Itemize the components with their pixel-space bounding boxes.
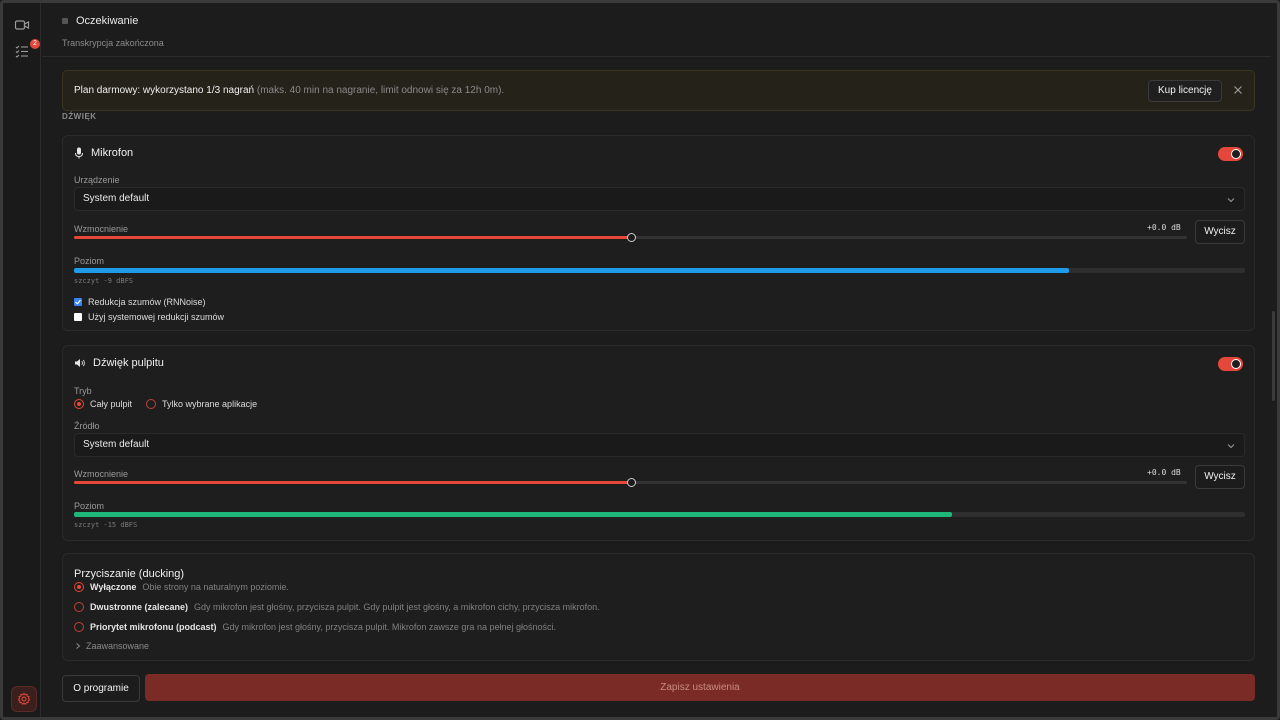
ducking-option-title: Dwustronne (zalecane) — [90, 602, 189, 612]
microphone-toggle[interactable] — [1218, 147, 1243, 161]
mode-options: Cały pulpit Tylko wybrane aplikacje — [74, 399, 257, 409]
mute-button[interactable]: Wycisz — [1195, 465, 1245, 489]
system-noise-option[interactable]: Użyj systemowej redukcji szumów — [74, 312, 224, 322]
ducking-mic-priority-radio[interactable] — [74, 622, 84, 632]
settings-panel: Oczekiwanie Transkrypcja zakończona Plan… — [42, 3, 1271, 717]
radio-selected-dot — [77, 585, 81, 589]
banner-text: Plan darmowy: wykorzystano 1/3 nagrań (m… — [74, 85, 504, 96]
divider — [42, 56, 1271, 57]
ducking-card: Przyciszanie (ducking) Wyłączone Obie st… — [62, 553, 1255, 661]
gain-slider-fill — [74, 236, 631, 239]
noise-reduction-option[interactable]: Redukcja szumów (RNNoise) — [74, 297, 206, 307]
microphone-title: Mikrofon — [91, 147, 134, 159]
buy-license-button[interactable]: Kup licencję — [1148, 80, 1222, 102]
ducking-option-off[interactable]: Wyłączone Obie strony na naturalnym pozi… — [74, 582, 289, 592]
level-meter — [74, 512, 1245, 517]
chevron-down-icon — [1227, 444, 1235, 449]
gain-value: +0.0 dB — [1147, 468, 1181, 477]
level-label: Poziom — [74, 256, 105, 266]
peak-readout: szczyt -9 dBFS — [74, 277, 134, 285]
speaker-icon — [75, 359, 85, 367]
gain-slider[interactable] — [74, 233, 1187, 242]
banner-plan-usage: Plan darmowy: wykorzystano 1/3 nagrań — [74, 85, 255, 96]
gain-slider[interactable] — [74, 478, 1187, 487]
source-select[interactable]: System default — [74, 433, 1245, 457]
level-meter-fill — [74, 512, 953, 517]
toggle-knob — [1231, 359, 1241, 369]
mode-whole-desktop-label[interactable]: Cały pulpit — [90, 399, 132, 409]
ducking-option-description: Obie strony na naturalnym poziomie. — [142, 582, 289, 592]
advanced-label: Zaawansowane — [86, 641, 150, 651]
ducking-option-title: Priorytet mikrofonu (podcast) — [90, 622, 217, 632]
microphone-icon — [75, 147, 83, 159]
settings-button[interactable] — [11, 686, 37, 712]
video-camera-icon[interactable] — [14, 17, 30, 33]
advanced-toggle[interactable]: Zaawansowane — [74, 641, 149, 651]
card-header: Dźwięk pulpitu — [74, 357, 164, 369]
mode-selected-apps-radio[interactable] — [146, 399, 157, 409]
gain-slider-handle[interactable] — [626, 233, 636, 242]
mode-label: Tryb — [74, 386, 92, 396]
level-meter — [74, 268, 1245, 273]
plan-banner: Plan darmowy: wykorzystano 1/3 nagrań (m… — [62, 70, 1255, 111]
gear-icon — [17, 692, 31, 705]
checklist-icon[interactable] — [14, 43, 30, 59]
mode-selected-apps-label[interactable]: Tylko wybrane aplikacje — [162, 399, 257, 409]
level-meter-fill — [74, 268, 1070, 273]
device-select-value: System default — [83, 193, 150, 204]
gain-label: Wzmocnienie — [74, 224, 129, 234]
save-settings-button[interactable]: Zapisz ustawienia — [145, 674, 1255, 701]
source-select-value: System default — [83, 439, 150, 450]
gain-slider-handle[interactable] — [626, 478, 636, 487]
desktop-audio-card: Dźwięk pulpitu Tryb Cały pulpit Tylko wy… — [62, 345, 1255, 541]
tasks-badge: 2 — [30, 39, 40, 49]
peak-readout: szczyt -15 dBFS — [74, 521, 138, 529]
ducking-option-two-way[interactable]: Dwustronne (zalecane) Gdy mikrofon jest … — [74, 602, 600, 612]
close-icon[interactable] — [1231, 83, 1245, 97]
chevron-down-icon — [1227, 198, 1235, 203]
system-noise-checkbox[interactable] — [74, 313, 82, 321]
ducking-option-mic-priority[interactable]: Priorytet mikrofonu (podcast) Gdy mikrof… — [74, 622, 556, 632]
desktop-audio-title: Dźwięk pulpitu — [93, 357, 164, 369]
sidebar: 2 — [3, 3, 41, 717]
microphone-card: Mikrofon Urządzenie System default Wzmoc… — [62, 135, 1255, 331]
level-label: Poziom — [74, 501, 105, 511]
ducking-title: Przyciszanie (ducking) — [74, 568, 185, 580]
status-subtitle: Transkrypcja zakończona — [62, 38, 164, 48]
source-label: Źródło — [74, 421, 100, 431]
mute-button[interactable]: Wycisz — [1195, 220, 1245, 244]
scrollbar[interactable] — [1271, 3, 1277, 717]
noise-reduction-checkbox[interactable] — [74, 298, 82, 306]
status-indicator — [62, 18, 68, 24]
ducking-option-description: Gdy mikrofon jest głośny, przycisza pulp… — [222, 622, 556, 632]
device-label: Urządzenie — [74, 175, 120, 185]
desktop-audio-toggle[interactable] — [1218, 357, 1243, 371]
gain-slider-fill — [74, 481, 631, 484]
checkmark-icon — [75, 299, 81, 305]
status-title: Oczekiwanie — [76, 15, 139, 27]
ducking-two-way-radio[interactable] — [74, 602, 84, 612]
ducking-off-radio[interactable] — [74, 582, 84, 592]
gain-value: +0.0 dB — [1147, 223, 1181, 232]
system-noise-label: Użyj systemowej redukcji szumów — [88, 312, 225, 322]
toggle-knob — [1231, 149, 1241, 159]
ducking-option-title: Wyłączone — [90, 582, 137, 592]
scrollbar-thumb[interactable] — [1272, 311, 1275, 401]
ducking-option-description: Gdy mikrofon jest głośny, przycisza pulp… — [194, 602, 600, 612]
banner-plan-details: (maks. 40 min na nagranie, limit odnowi … — [254, 85, 505, 96]
radio-selected-dot — [77, 402, 81, 406]
about-button[interactable]: O programie — [62, 675, 140, 702]
status-row: Oczekiwanie — [62, 15, 138, 27]
device-select[interactable]: System default — [74, 187, 1245, 211]
section-label-sound: DŹWIĘK — [62, 112, 97, 121]
chevron-right-icon — [76, 643, 81, 649]
card-header: Mikrofon — [74, 147, 133, 159]
noise-reduction-label: Redukcja szumów (RNNoise) — [88, 297, 206, 307]
gain-label: Wzmocnienie — [74, 469, 129, 479]
mode-whole-desktop-radio[interactable] — [74, 399, 84, 409]
